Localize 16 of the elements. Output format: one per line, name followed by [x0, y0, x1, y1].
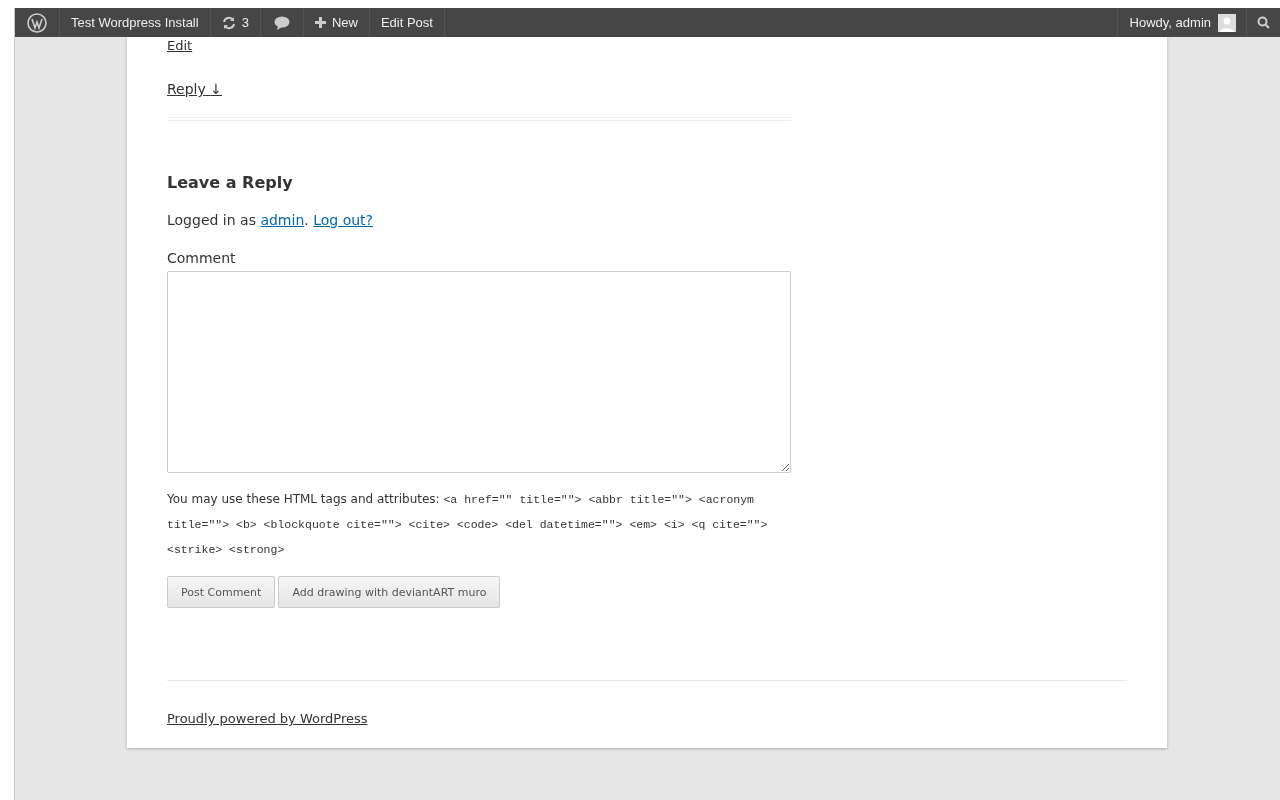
edit-link[interactable]: Edit [167, 38, 193, 53]
logout-link[interactable]: Log out? [313, 212, 373, 228]
logged-in-text: Logged in as [167, 212, 257, 228]
period-text: . [304, 212, 310, 228]
allowed-tags-note: You may use these HTML tags and attributes: <a href="" title=""> <abbr title=""> <acronym title=""> <b> <blockquote cite=""> <cite> <code> <del datetime=""> <em> <i> <q cite=""> <strike> <strong> [167, 491, 769, 558]
avatar-icon [1218, 13, 1236, 32]
refresh-icon [221, 15, 236, 30]
footer-credit-link[interactable]: Proudly powered by WordPress [167, 711, 368, 726]
user-link[interactable]: admin [260, 212, 305, 228]
reply-link[interactable]: Reply ↓ [167, 81, 222, 97]
post-comment-button[interactable]: Post Comment [167, 576, 276, 608]
comment-label: Comment [167, 250, 237, 266]
add-drawing-button[interactable]: Add drawing with deviantART muro [278, 576, 501, 608]
plus-icon [314, 17, 326, 28]
comment-field[interactable] [167, 271, 791, 473]
reply-heading: Leave a Reply [167, 173, 294, 192]
